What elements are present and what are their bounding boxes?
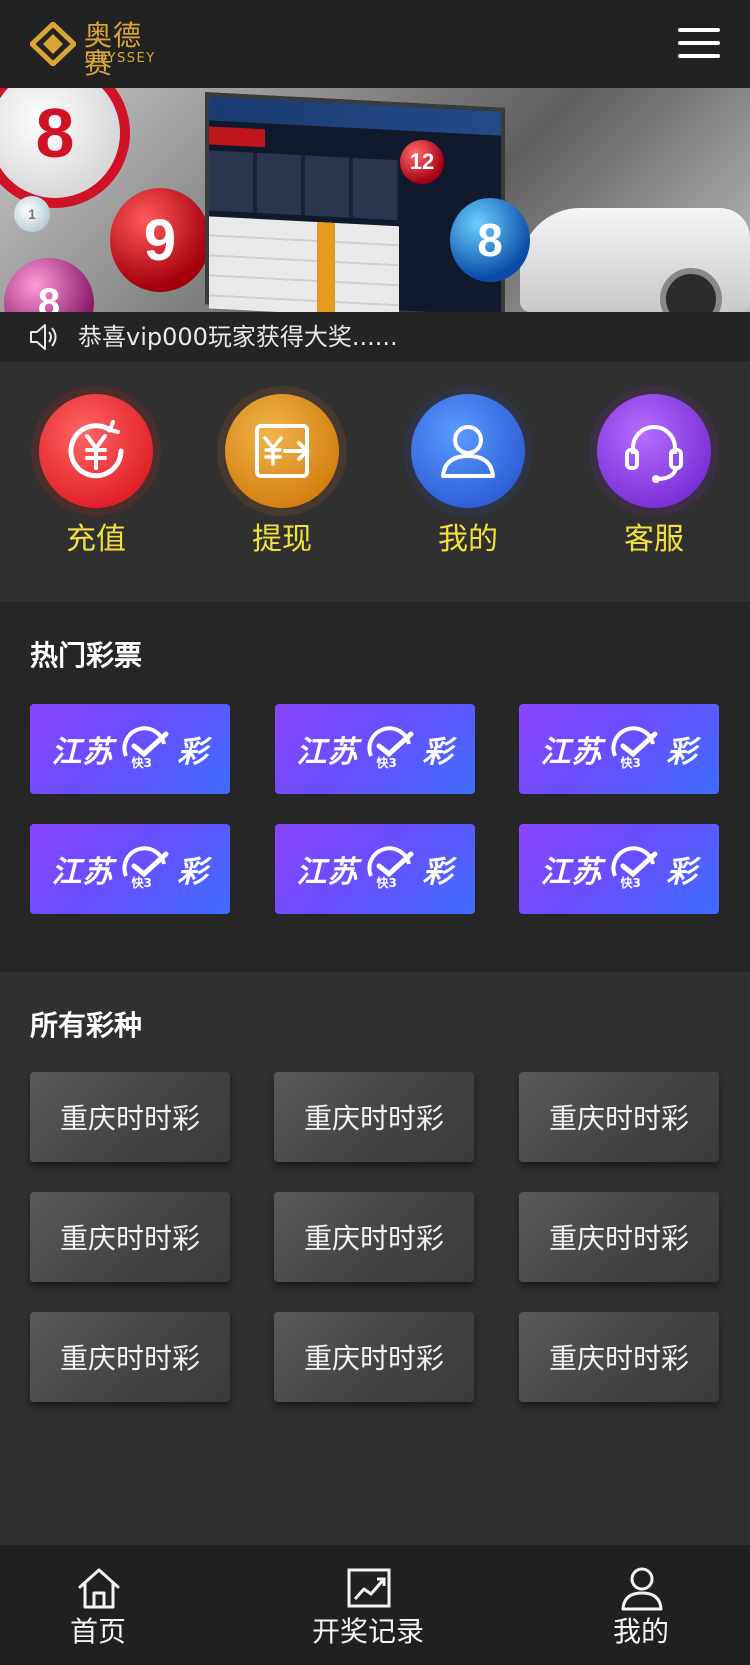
- recharge-button[interactable]: 充值: [31, 386, 161, 566]
- lottery-suffix: 彩: [666, 735, 698, 770]
- lottery-ball-image: 9: [110, 188, 210, 292]
- user-icon: [621, 1567, 663, 1611]
- lottery-suffix: 彩: [666, 855, 698, 890]
- nav-draw-records[interactable]: 开奖记录: [268, 1565, 468, 1655]
- quick-actions: 充值 提现 我的 客服: [0, 362, 750, 602]
- checkmark-icon: 快3: [118, 846, 174, 892]
- logo[interactable]: 奥德赛 ODYSSEY: [30, 20, 170, 78]
- lottery-item[interactable]: 重庆时时彩: [274, 1312, 474, 1402]
- nav-draw-records-label: 开奖记录: [311, 1615, 424, 1648]
- headset-icon: [625, 425, 683, 483]
- lottery-suffix: 彩: [177, 855, 209, 890]
- hot-lottery-card[interactable]: 江苏 快3 彩: [275, 704, 475, 794]
- hot-lottery-card[interactable]: 江苏 快3 彩: [519, 824, 719, 914]
- nav-home-label: 首页: [69, 1615, 126, 1648]
- my-account-button[interactable]: 我的: [403, 386, 533, 566]
- customer-service-button[interactable]: 客服: [589, 386, 719, 566]
- lottery-ball-image: 1: [14, 196, 50, 232]
- notice-bar: 恭喜vip000玩家获得大奖......: [0, 312, 750, 362]
- lottery-item[interactable]: 重庆时时彩: [519, 1312, 719, 1402]
- section-title: 热门彩票: [30, 639, 143, 672]
- banner-screen-image: [205, 92, 505, 312]
- lottery-badge: 快3: [620, 876, 641, 890]
- all-lottery-section: 所有彩种 重庆时时彩 重庆时时彩 重庆时时彩 重庆时时彩 重庆时时彩 重庆时时彩…: [0, 972, 750, 1545]
- checkmark-icon: 快3: [363, 846, 419, 892]
- lottery-badge: 快3: [376, 876, 397, 890]
- yuan-coin-icon: [68, 420, 124, 479]
- lottery-item[interactable]: 重庆时时彩: [30, 1312, 230, 1402]
- logo-diamond-icon: [30, 22, 76, 66]
- speaker-icon: [30, 324, 57, 350]
- lottery-name: 江苏: [51, 735, 114, 770]
- lottery-name: 江苏: [540, 735, 603, 770]
- withdraw-yuan-icon: [255, 424, 310, 478]
- lottery-name: 江苏: [296, 735, 359, 770]
- sports-car-image: [520, 208, 750, 312]
- lottery-badge: 快3: [620, 756, 641, 770]
- lottery-suffix: 彩: [422, 735, 454, 770]
- withdraw-button[interactable]: 提现: [217, 386, 347, 566]
- lottery-item[interactable]: 重庆时时彩: [519, 1072, 719, 1162]
- chart-icon: [347, 1568, 391, 1608]
- banner-carousel[interactable]: 8 1 8 9 12 8: [0, 88, 750, 312]
- header: 奥德赛 ODYSSEY: [0, 0, 750, 88]
- lottery-badge: 快3: [376, 756, 397, 770]
- hot-lottery-card[interactable]: 江苏 快3 彩: [30, 704, 230, 794]
- checkmark-icon: 快3: [607, 846, 663, 892]
- checkmark-icon: 快3: [607, 726, 663, 772]
- nav-mine-label: 我的: [612, 1615, 669, 1648]
- lottery-ball-image: 8: [0, 88, 130, 208]
- hot-lottery-card[interactable]: 江苏 快3 彩: [519, 704, 719, 794]
- home-icon: [78, 1568, 120, 1609]
- my-account-label: 我的: [438, 522, 498, 557]
- logo-subtitle: ODYSSEY: [85, 51, 156, 66]
- lottery-ball-image: 12: [400, 140, 444, 184]
- lottery-ball-image: 8: [4, 258, 94, 312]
- customer-service-label: 客服: [624, 522, 684, 557]
- lottery-ball-image: 8: [450, 198, 530, 282]
- lottery-name: 江苏: [540, 855, 603, 890]
- hamburger-menu-icon[interactable]: [678, 28, 720, 60]
- checkmark-icon: 快3: [363, 726, 419, 772]
- logo-title: 奥德赛: [84, 19, 143, 80]
- notice-text: 恭喜vip000玩家获得大奖......: [78, 323, 398, 351]
- checkmark-icon: 快3: [118, 726, 174, 772]
- lottery-name: 江苏: [51, 855, 114, 890]
- hot-lottery-card[interactable]: 江苏 快3 彩: [275, 824, 475, 914]
- lottery-suffix: 彩: [422, 855, 454, 890]
- lottery-badge: 快3: [131, 756, 152, 770]
- withdraw-label: 提现: [252, 522, 312, 557]
- lottery-item[interactable]: 重庆时时彩: [30, 1072, 230, 1162]
- bottom-nav: 首页 开奖记录 我的: [0, 1545, 750, 1665]
- user-icon: [441, 425, 495, 478]
- lottery-item[interactable]: 重庆时时彩: [274, 1192, 474, 1282]
- lottery-item[interactable]: 重庆时时彩: [274, 1072, 474, 1162]
- hot-lottery-section: 热门彩票 江苏 快3 彩 江苏 快3 彩 江苏 快3 彩 江苏 快3 彩 江苏: [0, 602, 750, 972]
- hot-lottery-card[interactable]: 江苏 快3 彩: [30, 824, 230, 914]
- lottery-suffix: 彩: [177, 735, 209, 770]
- recharge-label: 充值: [66, 522, 126, 557]
- nav-home[interactable]: 首页: [0, 1565, 198, 1655]
- lottery-badge: 快3: [131, 876, 152, 890]
- lottery-item[interactable]: 重庆时时彩: [30, 1192, 230, 1282]
- lottery-item[interactable]: 重庆时时彩: [519, 1192, 719, 1282]
- nav-mine[interactable]: 我的: [541, 1565, 741, 1655]
- section-title: 所有彩种: [30, 1009, 143, 1042]
- lottery-name: 江苏: [296, 855, 359, 890]
